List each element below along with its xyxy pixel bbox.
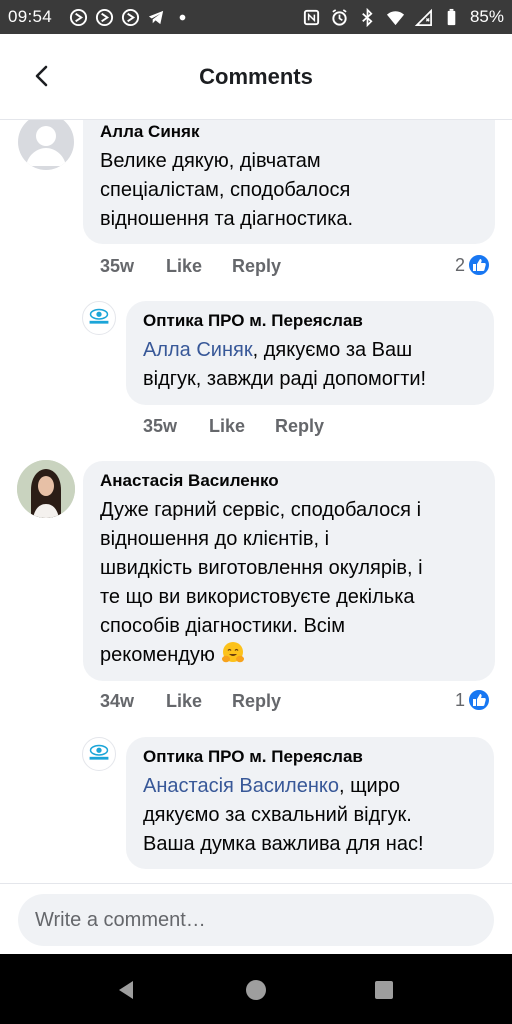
like-button[interactable]: Like — [166, 256, 232, 277]
reply-button[interactable]: Reply — [232, 256, 281, 277]
comment-author[interactable]: Анастасія Василенко — [100, 470, 479, 492]
reply-text: Анастасія Василенко, щиро дякуємо за схв… — [143, 775, 424, 855]
vpn-circle-icon — [121, 8, 140, 27]
thumbs-up-icon — [468, 689, 491, 711]
alarm-icon — [330, 8, 349, 27]
reply-actions: 35w Like Reply — [143, 416, 324, 437]
comment-composer[interactable] — [18, 894, 494, 946]
telegram-icon — [147, 8, 166, 27]
mention-link[interactable]: Алла Синяк — [143, 339, 253, 361]
wifi-icon — [386, 8, 405, 27]
page-avatar-logo[interactable] — [82, 737, 116, 771]
bluetooth-icon — [358, 7, 377, 27]
no-sim-icon — [414, 8, 433, 27]
nav-back-icon[interactable] — [114, 978, 138, 1002]
comment-actions: 34w Like Reply — [100, 691, 281, 712]
comments-list[interactable]: Алла Синяк Велике дякую, дівчатам спеціа… — [0, 120, 512, 883]
reaction-count[interactable]: 2 — [455, 254, 491, 276]
reply-button[interactable]: Reply — [232, 691, 281, 712]
reply-bubble[interactable]: Оптика ПРО м. Переяслав Алла Синяк, дяку… — [126, 301, 494, 405]
reply-button[interactable]: Reply — [275, 416, 324, 437]
comment-composer-bar — [0, 883, 512, 954]
mention-link[interactable]: Анастасія Василенко — [143, 775, 339, 797]
comment-time[interactable]: 34w — [100, 691, 166, 712]
avatar-photo[interactable] — [17, 460, 75, 518]
reply-time[interactable]: 35w — [143, 416, 209, 437]
battery-percent: 85% — [469, 7, 504, 26]
reaction-count[interactable]: 1 — [455, 689, 491, 711]
reaction-number: 2 — [455, 254, 466, 275]
smiling-face-with-open-hands-icon — [221, 641, 245, 665]
system-nav-bar — [0, 954, 512, 1024]
nav-home-icon[interactable] — [244, 978, 268, 1002]
vpn-circle-icon — [69, 8, 88, 27]
comment-time[interactable]: 35w — [100, 256, 166, 277]
battery-icon — [442, 8, 461, 27]
avatar-default[interactable] — [18, 120, 74, 170]
comment-author[interactable]: Алла Синяк — [100, 121, 479, 143]
comment-actions: 35w Like Reply — [100, 256, 281, 277]
reply-text: Алла Синяк, дякуємо за Ваш відгук, завжд… — [143, 339, 427, 390]
status-time: 09:54 — [8, 7, 53, 26]
page-avatar-logo[interactable] — [82, 301, 116, 335]
comments-header: Comments — [0, 34, 512, 120]
like-button[interactable]: Like — [166, 691, 232, 712]
comment-input[interactable] — [18, 894, 494, 946]
reply-author[interactable]: Оптика ПРО м. Переяслав — [143, 310, 478, 332]
page-title: Comments — [199, 64, 313, 89]
dot-icon — [173, 8, 192, 27]
reply-bubble[interactable]: Оптика ПРО м. Переяслав Анастасія Василе… — [126, 737, 494, 869]
thumbs-up-icon — [468, 254, 491, 276]
reply-author[interactable]: Оптика ПРО м. Переяслав — [143, 746, 478, 768]
nav-recents-icon[interactable] — [372, 978, 396, 1002]
comment-bubble[interactable]: Алла Синяк Велике дякую, дівчатам спеціа… — [83, 120, 495, 244]
comment-text: Дуже гарний сервіс, сподобалося і віднош… — [100, 499, 423, 666]
vpn-circle-icon — [95, 8, 114, 27]
nfc-icon — [302, 8, 321, 27]
reaction-number: 1 — [455, 689, 466, 710]
comment-bubble[interactable]: Анастасія Василенко Дуже гарний сервіс, … — [83, 461, 495, 681]
like-button[interactable]: Like — [209, 416, 275, 437]
status-bar: 09:54 85% — [0, 0, 512, 34]
comment-text: Велике дякую, дівчатам спеціалістам, спо… — [100, 150, 354, 230]
